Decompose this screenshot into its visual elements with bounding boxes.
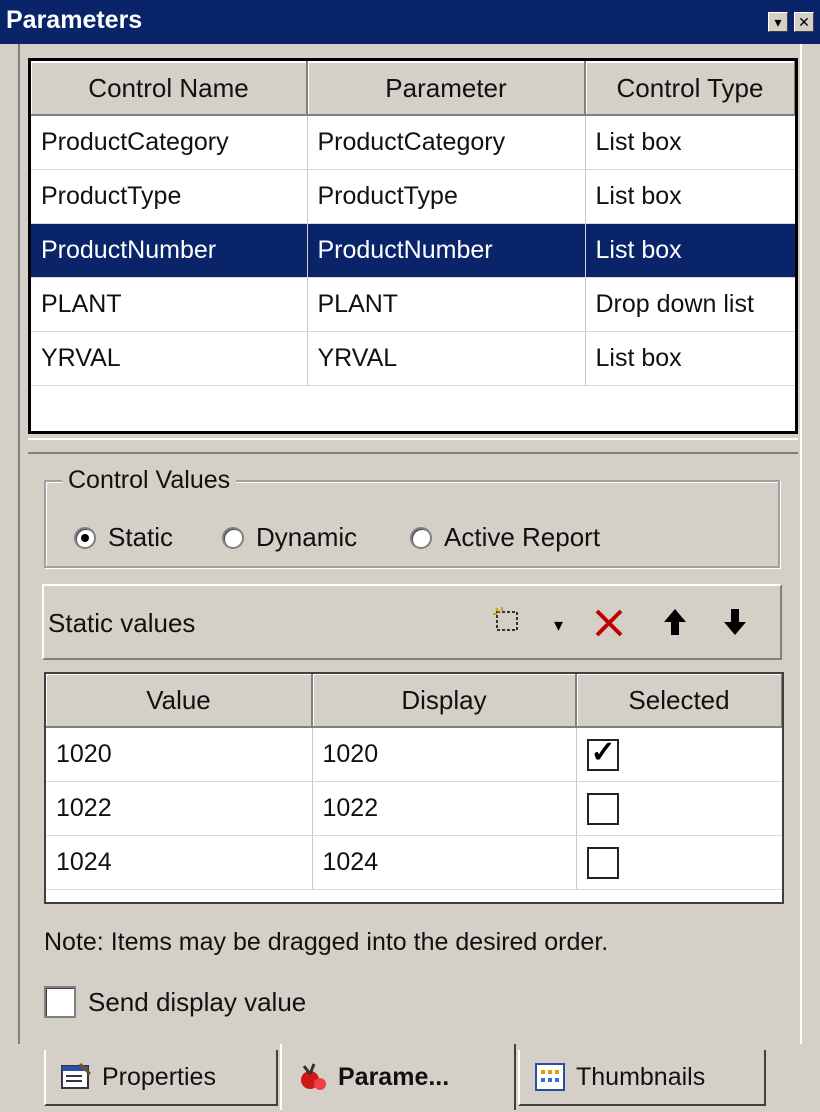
cell-control-type[interactable]: List box [585,115,795,170]
splitter-handle[interactable] [28,438,798,454]
tab-parameters[interactable]: Parame... [280,1044,516,1110]
selected-checkbox[interactable]: ✓ [586,736,619,771]
panel-menu-icon[interactable]: ▾ [768,12,788,32]
cell-parameter[interactable]: ProductNumber [307,223,586,278]
cell-selected[interactable]: ✓ [576,727,782,782]
tab-parameters-label: Parame... [338,1062,450,1091]
selected-checkbox[interactable] [586,846,619,879]
cell-control-type[interactable]: List box [585,169,795,224]
cell-control-type[interactable]: Drop down list [585,277,795,332]
cell-value[interactable]: 1022 [46,781,313,836]
parameters-grid[interactable]: Control Name Parameter Control Type Prod… [28,58,798,434]
column-header-parameter[interactable]: Parameter [307,61,586,116]
cell-control-name[interactable]: PLANT [31,277,308,332]
control-values-legend: Control Values [62,466,237,495]
cell-parameter[interactable]: YRVAL [307,331,586,386]
cell-control-type[interactable]: List box [585,223,795,278]
delete-icon[interactable] [592,606,626,646]
selected-checkbox[interactable] [586,792,619,825]
static-values-toolbar: Static values ▾ [42,584,782,660]
properties-icon [60,1062,94,1092]
cell-selected[interactable] [576,835,782,890]
column-header-selected[interactable]: Selected [576,674,782,728]
cell-value[interactable]: 1024 [46,835,313,890]
cell-value[interactable]: 1020 [46,727,313,782]
dropdown-arrow-icon[interactable]: ▾ [554,610,563,640]
checkmark-icon: ✓ [590,735,616,769]
panel-close-icon[interactable]: ✕ [794,12,814,32]
table-row[interactable]: PLANT PLANT Drop down list [31,277,795,332]
cell-selected[interactable] [576,781,782,836]
column-header-display[interactable]: Display [312,674,577,728]
cell-control-name[interactable]: ProductCategory [31,115,308,170]
cell-parameter[interactable]: PLANT [307,277,586,332]
send-display-value-option[interactable]: Send display value [44,986,306,1018]
cell-display[interactable]: 1020 [312,727,577,782]
table-row[interactable]: 1020 1020 ✓ [46,727,782,782]
table-row[interactable]: 1024 1024 [46,835,782,890]
table-row[interactable]: ProductCategory ProductCategory List box [31,115,795,170]
cell-control-name[interactable]: ProductNumber [31,223,308,278]
static-values-grid[interactable]: Value Display Selected 1020 1020 ✓ 1022 … [44,672,784,904]
table-row-selected[interactable]: ProductNumber ProductNumber List box [31,223,795,278]
radio-dynamic-label: Dynamic [256,522,358,552]
tab-properties-label: Properties [102,1062,216,1091]
table-row[interactable]: ProductType ProductType List box [31,169,795,224]
tab-thumbnails-label: Thumbnails [576,1062,706,1091]
radio-active-report[interactable]: Active Report [410,522,600,553]
send-display-value-label: Send display value [88,986,307,1017]
panel-titlebar[interactable]: Parameters ▾ ✕ [0,0,820,44]
radio-button-icon[interactable] [222,526,244,549]
radio-button-icon[interactable] [74,526,96,549]
radio-dynamic[interactable]: Dynamic [222,522,357,553]
parameters-icon [296,1062,330,1092]
radio-static[interactable]: Static [74,522,173,553]
move-up-icon[interactable] [660,606,690,644]
drag-order-note: Note: Items may be dragged into the desi… [44,928,609,956]
cell-parameter[interactable]: ProductCategory [307,115,586,170]
column-header-control-type[interactable]: Control Type [585,61,795,116]
cell-parameter[interactable]: ProductType [307,169,586,224]
tab-thumbnails[interactable]: Thumbnails [518,1050,766,1106]
tab-properties[interactable]: Properties [44,1050,278,1106]
radio-static-label: Static [108,522,174,552]
cell-control-name[interactable]: ProductType [31,169,308,224]
cell-display[interactable]: 1022 [312,781,577,836]
cell-control-type[interactable]: List box [585,331,795,386]
cell-control-name[interactable]: YRVAL [31,331,308,386]
column-header-value[interactable]: Value [46,674,313,728]
radio-button-icon[interactable] [410,526,432,549]
table-row[interactable]: YRVAL YRVAL List box [31,331,795,386]
thumbnails-icon [534,1062,568,1092]
cell-display[interactable]: 1024 [312,835,577,890]
radio-active-report-label: Active Report [444,522,601,552]
move-down-icon[interactable] [720,606,750,644]
column-header-control-name[interactable]: Control Name [31,61,308,116]
table-row[interactable]: 1022 1022 [46,781,782,836]
send-display-value-checkbox[interactable] [44,986,76,1018]
new-value-icon[interactable] [492,606,522,642]
panel-title: Parameters [6,6,143,34]
static-values-label: Static values [48,608,196,638]
